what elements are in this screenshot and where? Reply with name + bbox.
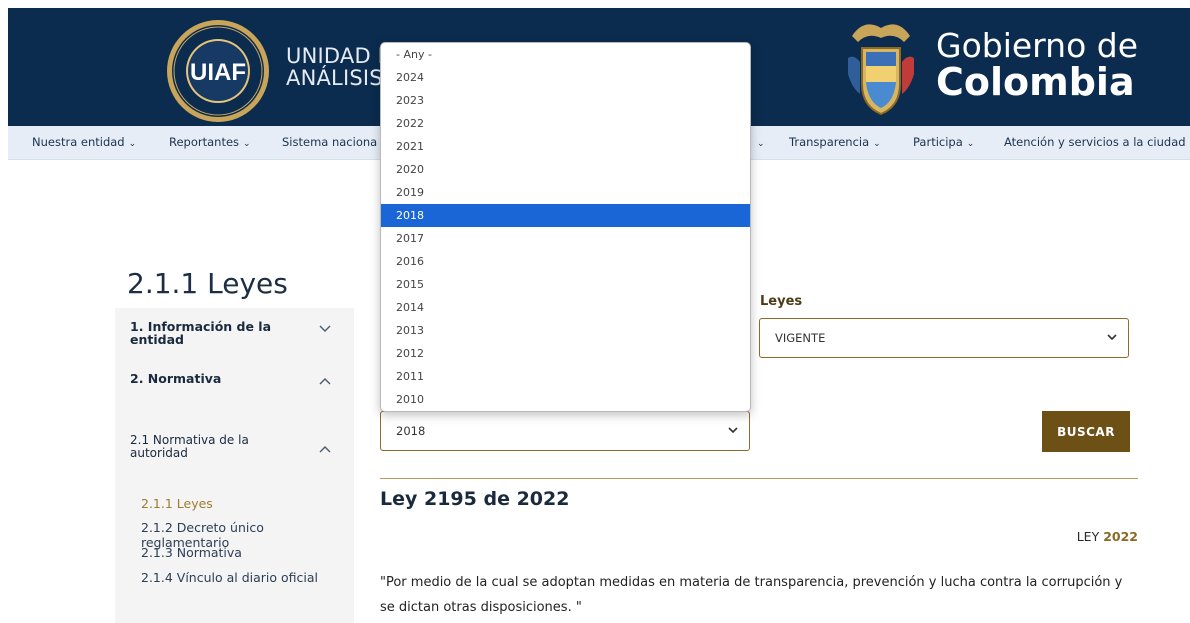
colombia-coat-of-arms-icon[interactable] bbox=[844, 14, 918, 122]
leyes-status-select[interactable]: VIGENTE bbox=[759, 318, 1129, 358]
nav-item-label: Sistema naciona bbox=[282, 135, 378, 149]
dropdown-option[interactable]: 2013 bbox=[381, 319, 750, 342]
chevron-down-icon: ⌄ bbox=[243, 139, 251, 149]
dropdown-option-label: 2024 bbox=[396, 71, 424, 84]
dropdown-option[interactable]: 2011 bbox=[381, 365, 750, 388]
dropdown-option-label: 2010 bbox=[396, 393, 424, 406]
nav-item-nuestra-entidad[interactable]: Nuestra entidad ⌄ bbox=[32, 135, 136, 149]
dropdown-option-label: 2022 bbox=[396, 117, 424, 130]
nav-item-label: Atención y servicios a la ciudad bbox=[1004, 135, 1186, 149]
leyes-filter-label: Leyes bbox=[760, 294, 803, 309]
dropdown-option[interactable]: 2014 bbox=[381, 296, 750, 319]
dropdown-option-label: 2019 bbox=[396, 186, 424, 199]
chevron-up-icon[interactable] bbox=[318, 442, 332, 456]
sidebar-subitem-leyes[interactable]: 2.1.1 Leyes bbox=[141, 496, 213, 511]
nav-item-sistema-nacional[interactable]: Sistema naciona bbox=[282, 135, 377, 149]
chevron-down-icon bbox=[1107, 334, 1117, 341]
dropdown-option-label: 2013 bbox=[396, 324, 424, 337]
dropdown-option-label: - Any - bbox=[396, 48, 432, 61]
sidebar-item-label: 1. Información de la entidad bbox=[130, 319, 272, 347]
sidebar-subitem-normativa[interactable]: 2.1.3 Normativa bbox=[141, 545, 242, 560]
dropdown-option-label: 2014 bbox=[396, 301, 424, 314]
result-type-year: 2022 bbox=[1103, 529, 1138, 544]
divider bbox=[380, 478, 1138, 479]
dropdown-option-label: 2012 bbox=[396, 347, 424, 360]
dropdown-option[interactable]: 2023 bbox=[381, 89, 750, 112]
nav-item-label: Participa bbox=[913, 135, 963, 149]
nav-item-hidden[interactable]: ⌄ bbox=[753, 135, 765, 149]
chevron-up-icon[interactable] bbox=[318, 374, 332, 388]
leyes-status-value: VIGENTE bbox=[775, 331, 826, 345]
chevron-down-icon: ⌄ bbox=[757, 139, 765, 149]
dropdown-option-label: 2018 bbox=[396, 209, 424, 222]
sidebar-item-informacion[interactable]: 1. Información de la entidad bbox=[130, 320, 300, 346]
dropdown-option-label: 2021 bbox=[396, 140, 424, 153]
dropdown-option-label: 2020 bbox=[396, 163, 424, 176]
year-select-value: 2018 bbox=[396, 424, 426, 438]
uiaf-seal-text: UIAF bbox=[190, 59, 246, 86]
dropdown-option[interactable]: 2015 bbox=[381, 273, 750, 296]
dropdown-option[interactable]: 2012 bbox=[381, 342, 750, 365]
sidebar-item-label: 2. Normativa bbox=[130, 371, 222, 386]
page-title: 2.1.1 Leyes bbox=[127, 266, 288, 300]
gov-title-line2: Colombia bbox=[936, 60, 1135, 104]
year-dropdown-list[interactable]: - Any - 2024 2023 2022 2021 2020 2019 20… bbox=[380, 42, 751, 412]
nav-item-label: Nuestra entidad bbox=[32, 135, 125, 149]
dropdown-option[interactable]: 2017 bbox=[381, 227, 750, 250]
nav-item-label: Transparencia bbox=[789, 135, 870, 149]
nav-item-transparencia[interactable]: Transparencia ⌄ bbox=[789, 135, 881, 149]
sidebar-item-normativa-autoridad[interactable]: 2.1 Normativa de la autoridad bbox=[130, 434, 300, 460]
chevron-down-icon: ⌄ bbox=[873, 139, 881, 149]
sidebar-item-label: 2.1 Normativa de la autoridad bbox=[130, 433, 249, 460]
dropdown-option-label: 2011 bbox=[396, 370, 424, 383]
dropdown-option[interactable]: 2024 bbox=[381, 66, 750, 89]
dropdown-option-label: 2015 bbox=[396, 278, 424, 291]
nav-item-reportantes[interactable]: Reportantes ⌄ bbox=[169, 135, 251, 149]
dropdown-option[interactable]: 2020 bbox=[381, 158, 750, 181]
dropdown-option-label: 2016 bbox=[396, 255, 424, 268]
dropdown-option[interactable]: 2021 bbox=[381, 135, 750, 158]
dropdown-option-selected[interactable]: 2018 bbox=[381, 204, 750, 227]
chevron-down-icon bbox=[728, 427, 738, 434]
year-select[interactable]: 2018 bbox=[380, 411, 750, 451]
dropdown-option-label: 2023 bbox=[396, 94, 424, 107]
dropdown-option-label: 2017 bbox=[396, 232, 424, 245]
dropdown-option[interactable]: 2019 bbox=[381, 181, 750, 204]
chevron-down-icon: ⌄ bbox=[128, 139, 137, 149]
chevron-down-icon[interactable] bbox=[318, 322, 332, 336]
search-button[interactable]: BUSCAR bbox=[1042, 411, 1130, 452]
sidebar-item-normativa[interactable]: 2. Normativa bbox=[130, 372, 300, 385]
sidebar: 1. Información de la entidad 2. Normativ… bbox=[115, 308, 354, 623]
dropdown-option[interactable]: - Any - bbox=[381, 43, 750, 66]
dropdown-option[interactable]: 2010 bbox=[381, 388, 750, 411]
result-description: "Por medio de la cual se adoptan medidas… bbox=[380, 575, 1123, 615]
sidebar-subitem-diario-oficial[interactable]: 2.1.4 Vínculo al diario oficial bbox=[141, 570, 318, 585]
nav-item-atencion[interactable]: Atención y servicios a la ciudad bbox=[1004, 135, 1186, 149]
result-title[interactable]: Ley 2195 de 2022 bbox=[380, 488, 569, 510]
nav-item-label: Reportantes bbox=[169, 135, 240, 149]
result-type: LEY 2022 bbox=[1077, 529, 1138, 544]
chevron-down-icon: ⌄ bbox=[966, 139, 975, 149]
uiaf-seal-logo[interactable]: UIAF bbox=[165, 18, 271, 124]
dropdown-option[interactable]: 2016 bbox=[381, 250, 750, 273]
nav-item-participa[interactable]: Participa ⌄ bbox=[913, 135, 974, 149]
dropdown-option[interactable]: 2022 bbox=[381, 112, 750, 135]
result-type-label: LEY bbox=[1076, 529, 1100, 544]
